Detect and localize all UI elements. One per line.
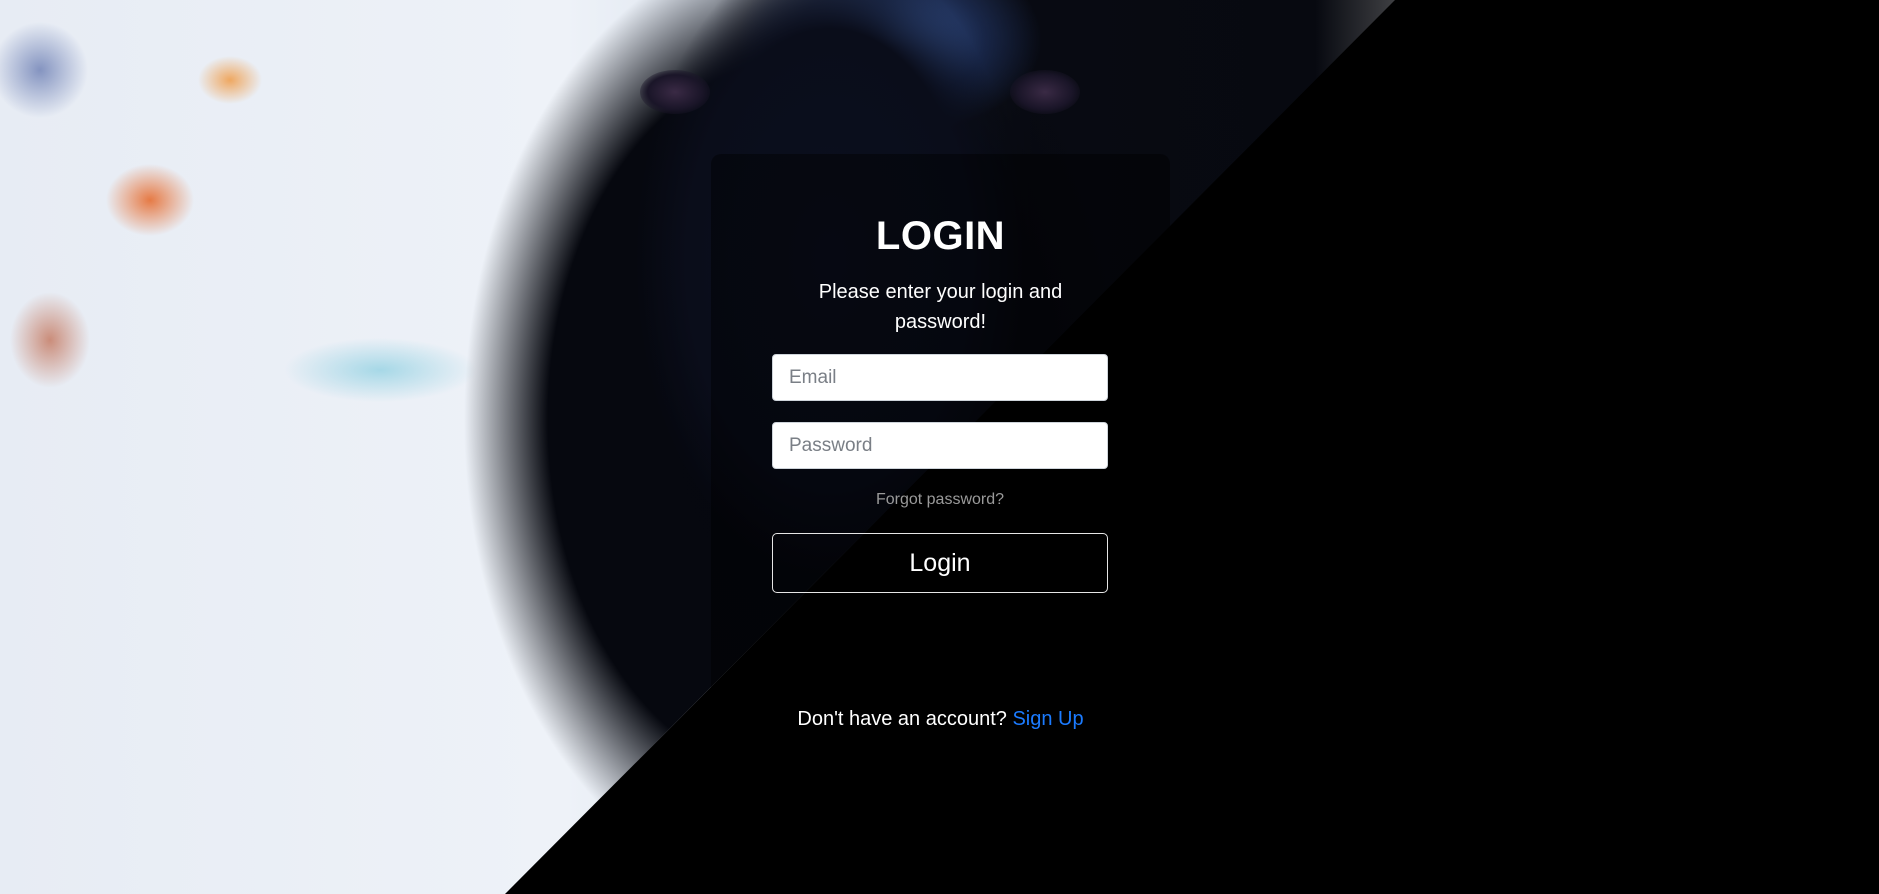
signup-prompt: Don't have an account? Sign Up: [711, 708, 1170, 731]
signup-prompt-text: Don't have an account?: [797, 708, 1007, 730]
signup-link[interactable]: Sign Up: [1012, 708, 1083, 730]
password-field[interactable]: [772, 422, 1108, 469]
dog-eye-right: [1010, 70, 1080, 114]
forgot-password-link[interactable]: Forgot password?: [772, 491, 1108, 509]
dog-eye-left: [640, 70, 710, 114]
login-button[interactable]: Login: [772, 533, 1108, 593]
page-title: LOGIN: [875, 214, 1006, 258]
login-page: LOGIN Please enter your login and passwo…: [0, 0, 1879, 894]
email-field[interactable]: [772, 354, 1108, 401]
login-subtitle: Please enter your login and password!: [818, 281, 1063, 333]
